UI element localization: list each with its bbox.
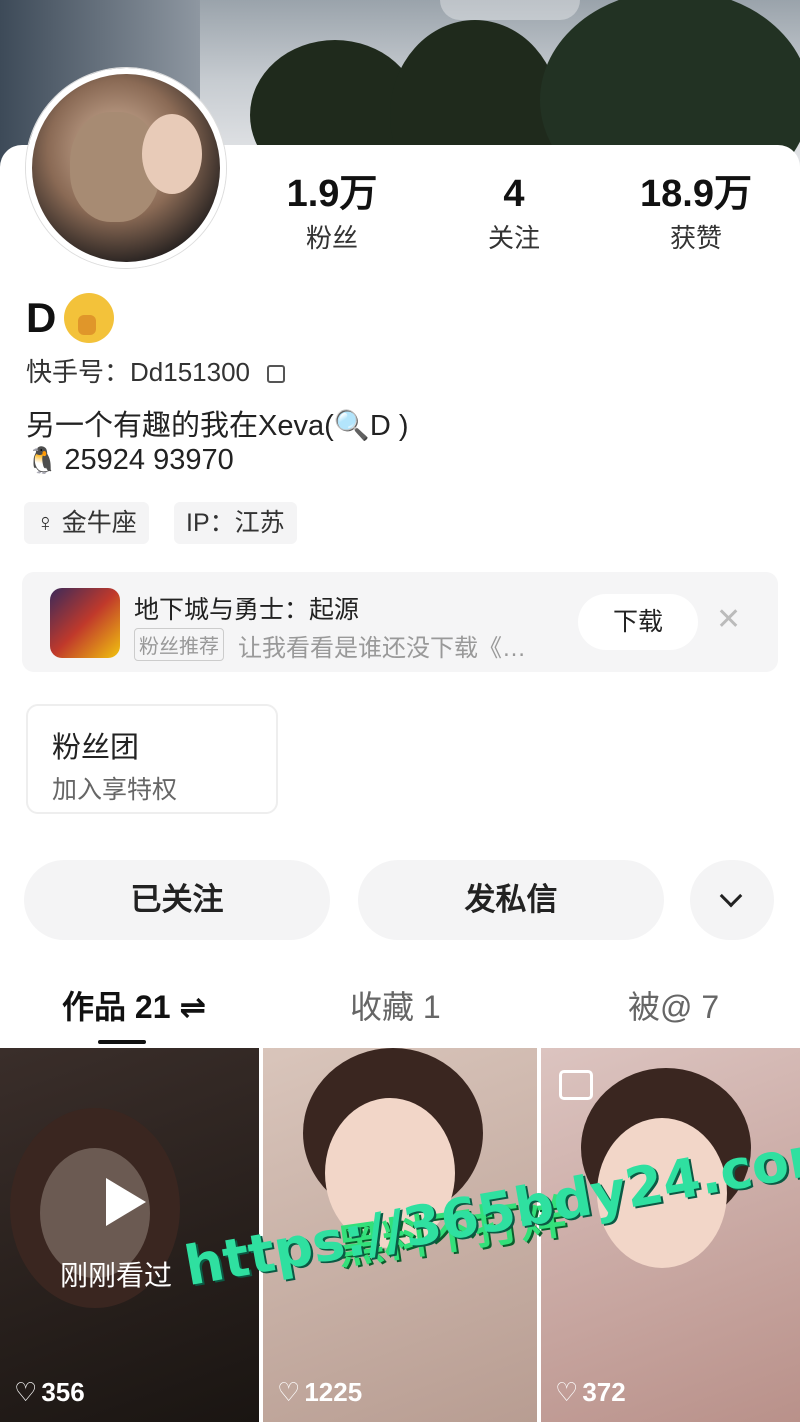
user-id-label: 快手号： bbox=[26, 357, 131, 387]
stat-number: 4 bbox=[503, 173, 525, 215]
copy-icon[interactable] bbox=[267, 365, 286, 384]
profile-name: D bbox=[26, 293, 115, 343]
stat-label: 获赞 bbox=[669, 223, 722, 253]
bio-line-1: 另一个有趣的我在Xeva(🔍D ) bbox=[26, 410, 409, 442]
heart-icon: ♡ bbox=[555, 1377, 579, 1407]
profile-name-text: D bbox=[26, 294, 57, 341]
close-icon[interactable]: ✕ bbox=[716, 602, 741, 637]
tag-label: IP：江苏 bbox=[186, 509, 285, 537]
image-icon bbox=[559, 1070, 593, 1100]
promo-desc: 让我看看是谁还没下载《… bbox=[238, 635, 526, 662]
stat-following[interactable]: 4 关注 bbox=[434, 170, 594, 258]
heart-icon: ♡ bbox=[14, 1377, 38, 1407]
download-button[interactable]: 下载 bbox=[578, 594, 698, 650]
bio-line-2: 🐧 25924 93970 bbox=[26, 444, 234, 477]
female-icon: ♀ bbox=[36, 509, 62, 537]
promo-title: 地下城与勇士：起源 bbox=[134, 596, 360, 624]
user-id: 快手号：Dd151300 bbox=[26, 352, 286, 389]
fan-group-card[interactable]: 粉丝团 加入享特权 bbox=[26, 704, 278, 814]
avatar[interactable] bbox=[26, 68, 226, 268]
tab-indicator bbox=[98, 1040, 146, 1044]
tab-works[interactable]: 作品 21 ⇌ bbox=[62, 982, 206, 1028]
stat-label: 关注 bbox=[487, 223, 540, 253]
like-value: 356 bbox=[41, 1377, 85, 1407]
promo-card[interactable]: 地下城与勇士：起源 粉丝推荐 让我看看是谁还没下载《… 下载 ✕ bbox=[22, 572, 778, 672]
like-count: ♡ 356 bbox=[14, 1377, 85, 1408]
penguin-icon: 🐧 bbox=[26, 445, 59, 475]
like-count: ♡ 1225 bbox=[277, 1377, 362, 1408]
promo-badge: 粉丝推荐 bbox=[134, 628, 224, 661]
app-icon bbox=[50, 588, 120, 658]
like-count: ♡ 372 bbox=[555, 1377, 626, 1408]
fan-group-subtitle: 加入享特权 bbox=[52, 776, 178, 804]
tag-ip: IP：江苏 bbox=[174, 502, 297, 544]
tag-label: 金牛座 bbox=[61, 509, 137, 537]
stat-number: 18.9万 bbox=[640, 173, 752, 215]
followed-button[interactable]: 已关注 bbox=[24, 860, 330, 940]
like-value: 1225 bbox=[304, 1377, 363, 1407]
chevron-down-icon bbox=[719, 884, 743, 908]
user-id-value: Dd151300 bbox=[130, 357, 251, 387]
stat-fans[interactable]: 1.9万 粉丝 bbox=[252, 170, 412, 258]
stat-number: 1.9万 bbox=[286, 173, 378, 215]
stat-likes[interactable]: 18.9万 获赞 bbox=[616, 170, 776, 258]
top-pill[interactable] bbox=[440, 0, 580, 20]
fan-group-title: 粉丝团 bbox=[52, 732, 140, 764]
bio-number: 25924 93970 bbox=[64, 444, 234, 476]
tag-zodiac[interactable]: ♀ 金牛座 bbox=[24, 502, 149, 544]
play-icon bbox=[106, 1178, 146, 1226]
watched-label: 刚刚看过 bbox=[60, 1260, 173, 1291]
tab-mentioned[interactable]: 被@ 7 bbox=[628, 982, 719, 1028]
message-button[interactable]: 发私信 bbox=[358, 860, 664, 940]
stat-label: 粉丝 bbox=[305, 223, 358, 253]
shushing-face-icon bbox=[64, 293, 115, 343]
like-value: 372 bbox=[582, 1377, 626, 1407]
more-button[interactable] bbox=[690, 860, 774, 940]
heart-icon: ♡ bbox=[277, 1377, 301, 1407]
video-thumb[interactable]: ♡ 372 bbox=[541, 1048, 800, 1422]
tab-favorites[interactable]: 收藏 1 bbox=[350, 982, 441, 1028]
